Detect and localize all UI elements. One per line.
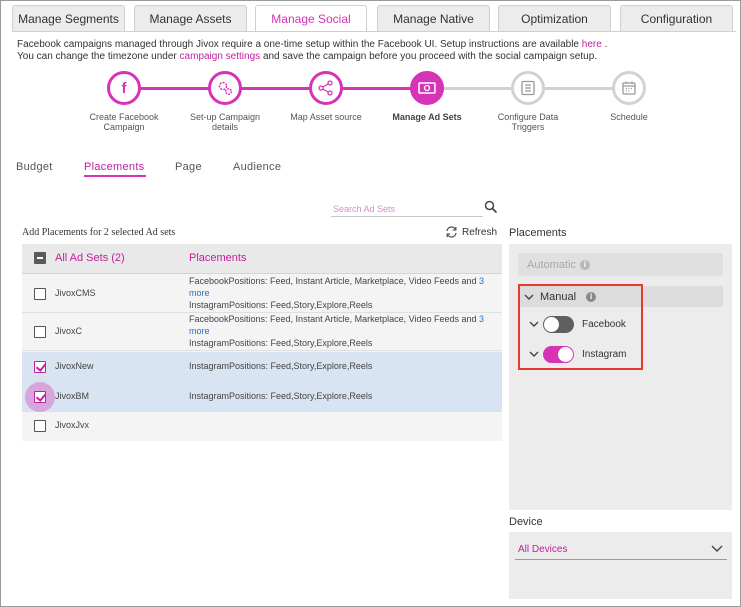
table-row[interactable]: JivoxJvx	[22, 412, 502, 441]
intro-line2: You can change the timezone under	[17, 51, 177, 62]
step-label-schedule: Schedule	[610, 112, 648, 122]
search-field	[331, 201, 483, 217]
row-name: JivoxC	[55, 326, 83, 336]
row-placements: InstagramPositions: Feed,Story,Explore,R…	[189, 360, 494, 372]
step-label-manage-ad-sets: Manage Ad Sets	[392, 112, 462, 122]
table-header: All Ad Sets (2) Placements	[22, 244, 502, 274]
device-select[interactable]: All Devices	[515, 540, 727, 560]
row-checkbox[interactable]	[34, 326, 46, 338]
device-title: Device	[509, 516, 543, 528]
row-checkbox[interactable]	[34, 361, 46, 373]
step-manage-ad-sets[interactable]	[410, 71, 444, 105]
step-label-map-asset-source: Map Asset source	[290, 112, 362, 122]
placements-panel-title: Placements	[509, 227, 567, 239]
ad-sets-table: All Ad Sets (2) Placements JivoxCMS Face…	[22, 244, 502, 441]
step-label-setup-campaign-details: Set-up Campaign details	[189, 112, 261, 132]
chevron-down-icon	[711, 545, 723, 552]
stepper-line-done	[124, 87, 428, 90]
row-placements: FacebookPositions: Feed, Instant Article…	[189, 275, 494, 311]
subtab-placements[interactable]: Placements	[84, 161, 144, 173]
row-name: JivoxBM	[55, 391, 90, 401]
subtab-audience[interactable]: Audience	[233, 161, 281, 173]
campaign-settings-link[interactable]: campaign settings	[180, 51, 261, 62]
tabs-divider	[12, 31, 736, 32]
here-link[interactable]: here	[582, 39, 602, 50]
network-icon	[318, 80, 333, 96]
subtab-active-underline	[84, 175, 146, 177]
step-create-facebook-campaign[interactable]: f	[107, 71, 141, 105]
tab-manage-segments[interactable]: Manage Segments	[12, 5, 125, 31]
intro-line1-end: .	[604, 39, 608, 50]
annotation-highlight-box	[518, 284, 643, 370]
row-checkbox[interactable]	[34, 288, 46, 300]
table-row[interactable]: JivoxBM InstagramPositions: Feed,Story,E…	[22, 382, 502, 412]
device-selected-value: All Devices	[518, 544, 568, 555]
tab-optimization[interactable]: Optimization	[498, 5, 611, 31]
calendar-icon	[622, 81, 636, 95]
step-setup-campaign-details[interactable]	[208, 71, 242, 105]
info-icon[interactable]: i	[579, 259, 590, 270]
instagram-positions: InstagramPositions: Feed,Story,Explore,R…	[189, 391, 373, 401]
list-icon	[521, 80, 535, 96]
device-panel: All Devices	[509, 532, 732, 599]
select-all-checkbox[interactable]	[34, 252, 46, 264]
row-checkbox[interactable]	[34, 420, 46, 432]
refresh-button[interactable]: Refresh	[445, 226, 497, 238]
intro-text: Facebook campaigns managed through Jivox…	[17, 39, 727, 63]
table-row[interactable]: JivoxC FacebookPositions: Feed, Instant …	[22, 313, 502, 351]
row-name: JivoxJvx	[55, 420, 90, 430]
money-icon	[418, 82, 436, 94]
gears-icon	[218, 81, 233, 96]
step-label-create-facebook-campaign: Create Facebook Campaign	[89, 112, 159, 132]
table-row[interactable]: JivoxCMS FacebookPositions: Feed, Instan…	[22, 275, 502, 313]
tab-manage-native[interactable]: Manage Native	[377, 5, 490, 31]
step-configure-data-triggers[interactable]	[511, 71, 545, 105]
refresh-icon	[446, 226, 457, 238]
instagram-positions: InstagramPositions: Feed,Story,Explore,R…	[189, 361, 373, 371]
header-all-ad-sets: All Ad Sets (2)	[55, 252, 125, 264]
step-schedule[interactable]	[612, 71, 646, 105]
tab-manage-assets[interactable]: Manage Assets	[134, 5, 247, 31]
tab-configuration[interactable]: Configuration	[620, 5, 733, 31]
progress-stepper: f Create Facebook Campaign Set-up Campai…	[0, 70, 741, 140]
row-checkbox[interactable]	[34, 391, 46, 403]
header-placements: Placements	[189, 252, 247, 264]
automatic-label: Automatic	[527, 258, 576, 271]
subtab-budget[interactable]: Budget	[16, 161, 53, 173]
row-name: JivoxCMS	[55, 288, 96, 298]
automatic-option[interactable]: Automatic i	[518, 253, 723, 276]
search-input[interactable]	[331, 201, 483, 216]
refresh-label: Refresh	[462, 226, 498, 238]
step-label-configure-data-triggers: Configure Data Triggers	[497, 112, 559, 132]
facebook-icon: f	[121, 79, 127, 97]
add-placements-heading: Add Placements for 2 selected Ad sets	[22, 227, 176, 238]
subtab-page[interactable]: Page	[175, 161, 202, 173]
step-map-asset-source[interactable]	[309, 71, 343, 105]
instagram-positions: InstagramPositions: Feed,Story,Explore,R…	[189, 338, 373, 348]
facebook-positions: FacebookPositions: Feed, Instant Article…	[189, 314, 477, 324]
row-placements: InstagramPositions: Feed,Story,Explore,R…	[189, 390, 494, 402]
search-icon[interactable]	[484, 200, 498, 214]
row-name: JivoxNew	[55, 361, 94, 371]
intro-line2-end: and save the campaign before you proceed…	[262, 51, 598, 62]
top-tab-bar: Manage Segments Manage Assets Manage Soc…	[12, 5, 736, 31]
table-row[interactable]: JivoxNew InstagramPositions: Feed,Story,…	[22, 352, 502, 382]
intro-line1: Facebook campaigns managed through Jivox…	[17, 39, 579, 50]
instagram-positions: InstagramPositions: Feed,Story,Explore,R…	[189, 300, 373, 310]
tab-manage-social[interactable]: Manage Social	[255, 5, 367, 31]
facebook-positions: FacebookPositions: Feed, Instant Article…	[189, 276, 477, 286]
row-placements: FacebookPositions: Feed, Instant Article…	[189, 313, 494, 349]
